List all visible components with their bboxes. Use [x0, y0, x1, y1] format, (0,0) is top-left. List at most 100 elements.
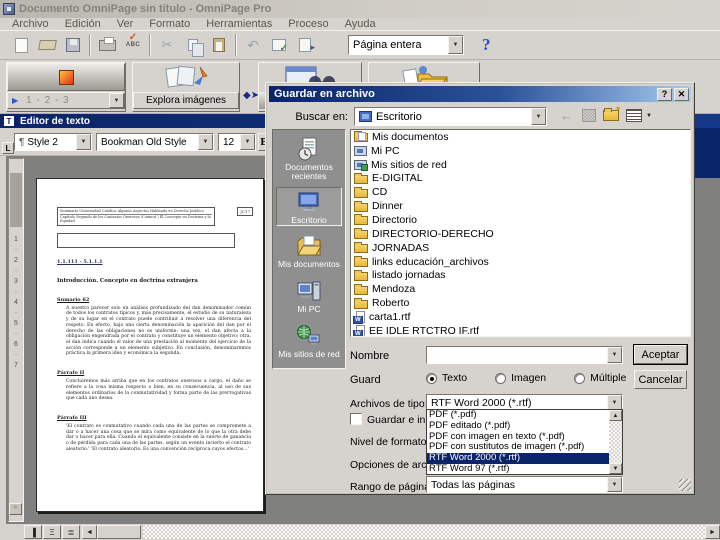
- file-type-option[interactable]: PDF con sustitutos de imagen (*.pdf): [427, 442, 609, 453]
- help-button[interactable]: ?: [482, 35, 491, 55]
- menu-item-herramientas[interactable]: Herramientas: [198, 18, 280, 30]
- menu-item-archivo[interactable]: Archivo: [4, 18, 57, 30]
- style-select[interactable]: ¶ Style 2: [14, 133, 92, 151]
- file-list-item[interactable]: carta1.rtf: [351, 310, 690, 324]
- chevron-down-icon[interactable]: [607, 477, 622, 492]
- font-size-select[interactable]: 12: [218, 133, 256, 151]
- file-type-option[interactable]: PDF editado (*.pdf): [427, 421, 609, 432]
- view-no-format-button[interactable]: ▐: [24, 525, 42, 539]
- workflow-steps-select[interactable]: ▶ 1 - 2 - 3: [7, 92, 125, 109]
- explore-images-button[interactable]: Explora imágenes: [133, 92, 239, 109]
- print-button[interactable]: [94, 33, 120, 57]
- file-list-item[interactable]: Mis sitios de red: [351, 158, 690, 172]
- file-list-item[interactable]: EE IDLE RTCTRO IF.rtf: [351, 324, 690, 336]
- page-range-select[interactable]: Todas las páginas: [426, 476, 623, 493]
- place-mis-documentos[interactable]: Mis documentos: [276, 232, 342, 269]
- chevron-down-icon[interactable]: [448, 36, 463, 54]
- chevron-down-icon[interactable]: [607, 347, 622, 363]
- start-process-button[interactable]: [7, 63, 125, 91]
- close-icon[interactable]: ✕: [674, 87, 689, 101]
- file-type-option[interactable]: PDF (*.pdf): [427, 410, 609, 421]
- process-status-icon: [58, 69, 74, 85]
- radio-texto[interactable]: [426, 372, 437, 384]
- menu-item-proceso[interactable]: Proceso: [280, 18, 336, 30]
- chevron-down-icon[interactable]: [76, 134, 91, 150]
- tab-stop-selector[interactable]: L: [2, 142, 14, 154]
- place-mi-pc[interactable]: Mi PC: [276, 277, 342, 314]
- view-true-page-button[interactable]: ≣: [62, 525, 80, 539]
- open-button[interactable]: [34, 33, 60, 57]
- chevron-down-icon[interactable]: [240, 134, 255, 150]
- file-list-item[interactable]: DIRECTORIO-DERECHO: [351, 227, 690, 241]
- file-list-item[interactable]: Roberto: [351, 296, 690, 310]
- save-button[interactable]: [60, 33, 86, 57]
- chevron-down-icon[interactable]: [531, 108, 546, 125]
- undo-button[interactable]: [240, 33, 266, 57]
- file-type-option[interactable]: PDF con imagen en texto (*.pdf): [427, 432, 609, 443]
- chevron-down-icon[interactable]: ▼: [646, 113, 652, 119]
- scroll-down-icon[interactable]: ▼: [609, 463, 622, 474]
- file-type-options[interactable]: PDF (*.pdf) PDF editado (*.pdf) PDF con im…: [427, 410, 609, 474]
- spellcheck-button[interactable]: ABC: [120, 32, 146, 57]
- place-documentos-recientes[interactable]: Documentos recientes: [276, 135, 342, 181]
- ruler-scroll-button[interactable]: [9, 503, 22, 515]
- place-mis-sitios-de-red[interactable]: Mis sitios de red: [276, 322, 342, 359]
- file-list-item[interactable]: Mis documentos: [351, 130, 690, 144]
- file-list[interactable]: Mis documentos Mi PC Mis sitios de red E-DI…: [350, 129, 691, 337]
- scroll-up-icon[interactable]: ▲: [609, 410, 622, 421]
- scroll-left-arrow[interactable]: ◄: [82, 525, 97, 539]
- views-icon[interactable]: [626, 109, 642, 122]
- chevron-down-icon[interactable]: [109, 93, 124, 108]
- scrollbar-track[interactable]: [143, 525, 705, 539]
- font-select[interactable]: Bookman Old Style: [96, 133, 214, 151]
- document-page[interactable]: Seminario Universidad Católica Algunos A…: [36, 178, 264, 512]
- dropdown-scrollbar[interactable]: ▲ ▼: [609, 410, 622, 474]
- view-retain-format-button[interactable]: Ξ: [43, 525, 61, 539]
- new-document-button[interactable]: [8, 33, 34, 57]
- save-icon: [66, 38, 80, 52]
- dialog-titlebar[interactable]: Guardar en archivo ? ✕: [269, 86, 691, 102]
- place-label: Documentos recientes: [285, 162, 333, 181]
- file-list-item[interactable]: JORNADAS: [351, 241, 690, 255]
- scrollbar-thumb[interactable]: [97, 525, 141, 539]
- chevron-down-icon[interactable]: [198, 134, 213, 150]
- proofread-button[interactable]: [266, 33, 292, 57]
- look-in-select[interactable]: Escritorio: [354, 107, 547, 126]
- file-type-option[interactable]: RTF Word 2000 (*.rtf): [427, 453, 609, 464]
- copy-button[interactable]: [180, 33, 206, 57]
- file-list-item[interactable]: E-DIGITAL: [351, 172, 690, 186]
- menu-item-formato[interactable]: Formato: [141, 18, 198, 30]
- zoom-select[interactable]: Página entera: [348, 35, 464, 55]
- file-list-item[interactable]: links educación_archivos: [351, 255, 690, 269]
- place-escritorio[interactable]: Escritorio: [276, 187, 342, 226]
- cut-button[interactable]: [154, 33, 180, 57]
- new-folder-icon[interactable]: [603, 105, 621, 121]
- file-list-item[interactable]: listado jornadas: [351, 268, 690, 282]
- export-button[interactable]: [292, 33, 318, 57]
- file-list-item[interactable]: Dinner: [351, 199, 690, 213]
- file-name-input[interactable]: [426, 346, 623, 364]
- file-name: CD: [372, 186, 388, 199]
- menu-item-ayuda[interactable]: Ayuda: [337, 18, 384, 30]
- resize-grip[interactable]: [679, 479, 691, 491]
- file-list-item[interactable]: Directorio: [351, 213, 690, 227]
- up-one-level-icon[interactable]: [582, 109, 596, 122]
- save-and-launch-checkbox[interactable]: [350, 413, 362, 425]
- window-titlebar[interactable]: Documento OmniPage sin título - OmniPage…: [0, 0, 720, 18]
- menu-item-edición[interactable]: Edición: [57, 18, 109, 30]
- ok-button[interactable]: Aceptar: [634, 345, 687, 364]
- dialog-help-button[interactable]: ?: [657, 87, 672, 101]
- menu-item-ver[interactable]: Ver: [109, 18, 142, 30]
- look-in-label: Buscar en:: [295, 111, 348, 123]
- file-list-item[interactable]: CD: [351, 185, 690, 199]
- cancel-button[interactable]: Cancelar: [634, 370, 687, 389]
- file-list-item[interactable]: Mi PC: [351, 144, 690, 158]
- radio-imagen[interactable]: [495, 372, 507, 384]
- back-icon[interactable]: [558, 108, 575, 123]
- radio-label: Múltiple: [590, 372, 627, 384]
- file-list-item[interactable]: Mendoza: [351, 282, 690, 296]
- scroll-right-arrow[interactable]: ►: [705, 525, 720, 539]
- radio-múltiple[interactable]: [574, 372, 586, 384]
- paste-button[interactable]: [206, 33, 232, 57]
- file-type-option[interactable]: RTF Word 97 (*.rtf): [427, 464, 609, 474]
